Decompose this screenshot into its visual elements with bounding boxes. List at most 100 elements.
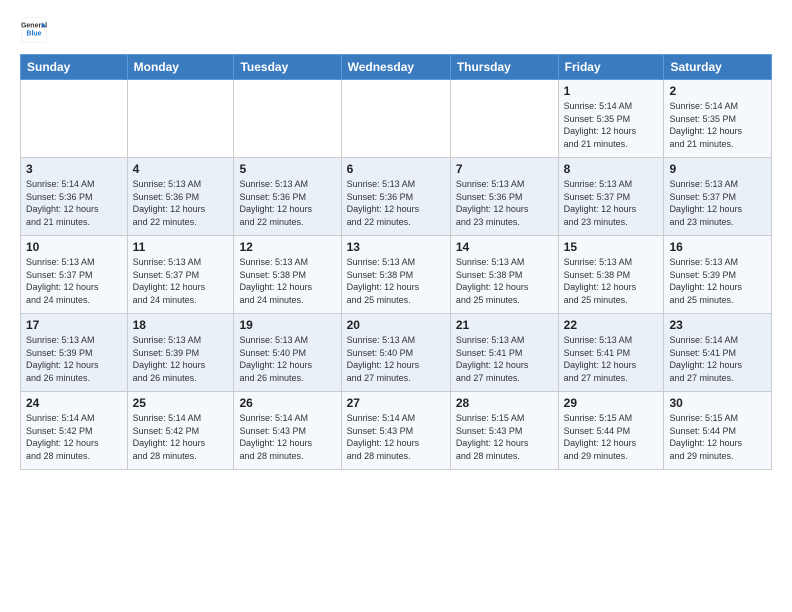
day-number: 16 xyxy=(669,240,766,254)
day-number: 12 xyxy=(239,240,335,254)
day-number: 9 xyxy=(669,162,766,176)
day-info: Sunrise: 5:13 AMSunset: 5:40 PMDaylight:… xyxy=(239,334,335,384)
day-header-wednesday: Wednesday xyxy=(341,55,450,80)
day-info: Sunrise: 5:13 AMSunset: 5:38 PMDaylight:… xyxy=(564,256,659,306)
calendar-cell: 1 Sunrise: 5:14 AMSunset: 5:35 PMDaylight… xyxy=(558,80,664,158)
calendar-cell: 15 Sunrise: 5:13 AMSunset: 5:38 PMDayligh… xyxy=(558,236,664,314)
week-row-5: 24 Sunrise: 5:14 AMSunset: 5:42 PMDayligh… xyxy=(21,392,772,470)
day-info: Sunrise: 5:15 AMSunset: 5:44 PMDaylight:… xyxy=(564,412,659,462)
calendar-cell: 28 Sunrise: 5:15 AMSunset: 5:43 PMDayligh… xyxy=(450,392,558,470)
day-info: Sunrise: 5:13 AMSunset: 5:36 PMDaylight:… xyxy=(456,178,553,228)
calendar-cell: 26 Sunrise: 5:14 AMSunset: 5:43 PMDayligh… xyxy=(234,392,341,470)
day-info: Sunrise: 5:13 AMSunset: 5:36 PMDaylight:… xyxy=(133,178,229,228)
day-info: Sunrise: 5:13 AMSunset: 5:36 PMDaylight:… xyxy=(239,178,335,228)
calendar-cell: 14 Sunrise: 5:13 AMSunset: 5:38 PMDayligh… xyxy=(450,236,558,314)
day-number: 3 xyxy=(26,162,122,176)
day-number: 14 xyxy=(456,240,553,254)
day-info: Sunrise: 5:14 AMSunset: 5:43 PMDaylight:… xyxy=(239,412,335,462)
day-number: 30 xyxy=(669,396,766,410)
day-info: Sunrise: 5:13 AMSunset: 5:39 PMDaylight:… xyxy=(669,256,766,306)
day-number: 22 xyxy=(564,318,659,332)
day-number: 28 xyxy=(456,396,553,410)
day-info: Sunrise: 5:14 AMSunset: 5:42 PMDaylight:… xyxy=(133,412,229,462)
calendar-cell: 16 Sunrise: 5:13 AMSunset: 5:39 PMDayligh… xyxy=(664,236,772,314)
calendar-cell: 17 Sunrise: 5:13 AMSunset: 5:39 PMDayligh… xyxy=(21,314,128,392)
week-row-1: 1 Sunrise: 5:14 AMSunset: 5:35 PMDaylight… xyxy=(21,80,772,158)
day-info: Sunrise: 5:13 AMSunset: 5:37 PMDaylight:… xyxy=(564,178,659,228)
calendar-cell: 20 Sunrise: 5:13 AMSunset: 5:40 PMDayligh… xyxy=(341,314,450,392)
day-number: 1 xyxy=(564,84,659,98)
day-number: 21 xyxy=(456,318,553,332)
calendar-header-row: SundayMondayTuesdayWednesdayThursdayFrid… xyxy=(21,55,772,80)
calendar-cell: 18 Sunrise: 5:13 AMSunset: 5:39 PMDayligh… xyxy=(127,314,234,392)
day-number: 23 xyxy=(669,318,766,332)
day-info: Sunrise: 5:14 AMSunset: 5:36 PMDaylight:… xyxy=(26,178,122,228)
day-info: Sunrise: 5:14 AMSunset: 5:35 PMDaylight:… xyxy=(669,100,766,150)
calendar-cell xyxy=(341,80,450,158)
day-number: 26 xyxy=(239,396,335,410)
calendar-cell: 2 Sunrise: 5:14 AMSunset: 5:35 PMDaylight… xyxy=(664,80,772,158)
calendar-cell: 3 Sunrise: 5:14 AMSunset: 5:36 PMDaylight… xyxy=(21,158,128,236)
calendar-cell: 5 Sunrise: 5:13 AMSunset: 5:36 PMDaylight… xyxy=(234,158,341,236)
calendar-cell xyxy=(234,80,341,158)
calendar-cell: 19 Sunrise: 5:13 AMSunset: 5:40 PMDayligh… xyxy=(234,314,341,392)
day-number: 29 xyxy=(564,396,659,410)
day-header-sunday: Sunday xyxy=(21,55,128,80)
calendar-cell: 27Sunrise: 5:14 AMSunset: 5:43 PMDayligh… xyxy=(341,392,450,470)
day-header-monday: Monday xyxy=(127,55,234,80)
calendar-cell xyxy=(127,80,234,158)
day-number: 10 xyxy=(26,240,122,254)
day-info: Sunrise: 5:13 AMSunset: 5:38 PMDaylight:… xyxy=(456,256,553,306)
day-number: 2 xyxy=(669,84,766,98)
calendar-cell: 25 Sunrise: 5:14 AMSunset: 5:42 PMDayligh… xyxy=(127,392,234,470)
calendar-cell: 6Sunrise: 5:13 AMSunset: 5:36 PMDaylight… xyxy=(341,158,450,236)
day-number: 5 xyxy=(239,162,335,176)
day-number: 17 xyxy=(26,318,122,332)
page: General Blue SundayMondayTuesdayWednesda… xyxy=(0,0,792,486)
day-info: Sunrise: 5:13 AMSunset: 5:38 PMDaylight:… xyxy=(347,256,445,306)
calendar-cell: 21Sunrise: 5:13 AMSunset: 5:41 PMDayligh… xyxy=(450,314,558,392)
day-number: 18 xyxy=(133,318,229,332)
calendar-cell: 23 Sunrise: 5:14 AMSunset: 5:41 PMDayligh… xyxy=(664,314,772,392)
day-info: Sunrise: 5:13 AMSunset: 5:39 PMDaylight:… xyxy=(26,334,122,384)
day-number: 19 xyxy=(239,318,335,332)
calendar-cell: 11 Sunrise: 5:13 AMSunset: 5:37 PMDayligh… xyxy=(127,236,234,314)
calendar-cell: 29 Sunrise: 5:15 AMSunset: 5:44 PMDayligh… xyxy=(558,392,664,470)
day-info: Sunrise: 5:13 AMSunset: 5:39 PMDaylight:… xyxy=(133,334,229,384)
day-info: Sunrise: 5:15 AMSunset: 5:44 PMDaylight:… xyxy=(669,412,766,462)
calendar-cell: 4 Sunrise: 5:13 AMSunset: 5:36 PMDaylight… xyxy=(127,158,234,236)
calendar-cell xyxy=(21,80,128,158)
svg-text:Blue: Blue xyxy=(26,30,41,37)
day-info: Sunrise: 5:13 AMSunset: 5:37 PMDaylight:… xyxy=(133,256,229,306)
day-info: Sunrise: 5:13 AMSunset: 5:37 PMDaylight:… xyxy=(669,178,766,228)
week-row-2: 3 Sunrise: 5:14 AMSunset: 5:36 PMDaylight… xyxy=(21,158,772,236)
day-header-saturday: Saturday xyxy=(664,55,772,80)
day-info: Sunrise: 5:14 AMSunset: 5:42 PMDaylight:… xyxy=(26,412,122,462)
day-number: 11 xyxy=(133,240,229,254)
calendar: SundayMondayTuesdayWednesdayThursdayFrid… xyxy=(20,54,772,470)
calendar-cell xyxy=(450,80,558,158)
day-header-tuesday: Tuesday xyxy=(234,55,341,80)
week-row-3: 10 Sunrise: 5:13 AMSunset: 5:37 PMDayligh… xyxy=(21,236,772,314)
calendar-cell: 13 Sunrise: 5:13 AMSunset: 5:38 PMDayligh… xyxy=(341,236,450,314)
day-number: 15 xyxy=(564,240,659,254)
day-header-thursday: Thursday xyxy=(450,55,558,80)
day-number: 4 xyxy=(133,162,229,176)
calendar-cell: 12 Sunrise: 5:13 AMSunset: 5:38 PMDayligh… xyxy=(234,236,341,314)
day-number: 7 xyxy=(456,162,553,176)
day-number: 24 xyxy=(26,396,122,410)
day-number: 20 xyxy=(347,318,445,332)
calendar-cell: 8Sunrise: 5:13 AMSunset: 5:37 PMDaylight… xyxy=(558,158,664,236)
calendar-cell: 10Sunrise: 5:13 AMSunset: 5:37 PMDayligh… xyxy=(21,236,128,314)
day-info: Sunrise: 5:14 AMSunset: 5:43 PMDaylight:… xyxy=(347,412,445,462)
day-info: Sunrise: 5:15 AMSunset: 5:43 PMDaylight:… xyxy=(456,412,553,462)
day-info: Sunrise: 5:14 AMSunset: 5:41 PMDaylight:… xyxy=(669,334,766,384)
day-number: 25 xyxy=(133,396,229,410)
day-info: Sunrise: 5:13 AMSunset: 5:38 PMDaylight:… xyxy=(239,256,335,306)
calendar-cell: 30 Sunrise: 5:15 AMSunset: 5:44 PMDayligh… xyxy=(664,392,772,470)
day-info: Sunrise: 5:13 AMSunset: 5:40 PMDaylight:… xyxy=(347,334,445,384)
calendar-cell: 24 Sunrise: 5:14 AMSunset: 5:42 PMDayligh… xyxy=(21,392,128,470)
day-info: Sunrise: 5:13 AMSunset: 5:41 PMDaylight:… xyxy=(564,334,659,384)
day-info: Sunrise: 5:14 AMSunset: 5:35 PMDaylight:… xyxy=(564,100,659,150)
day-number: 13 xyxy=(347,240,445,254)
